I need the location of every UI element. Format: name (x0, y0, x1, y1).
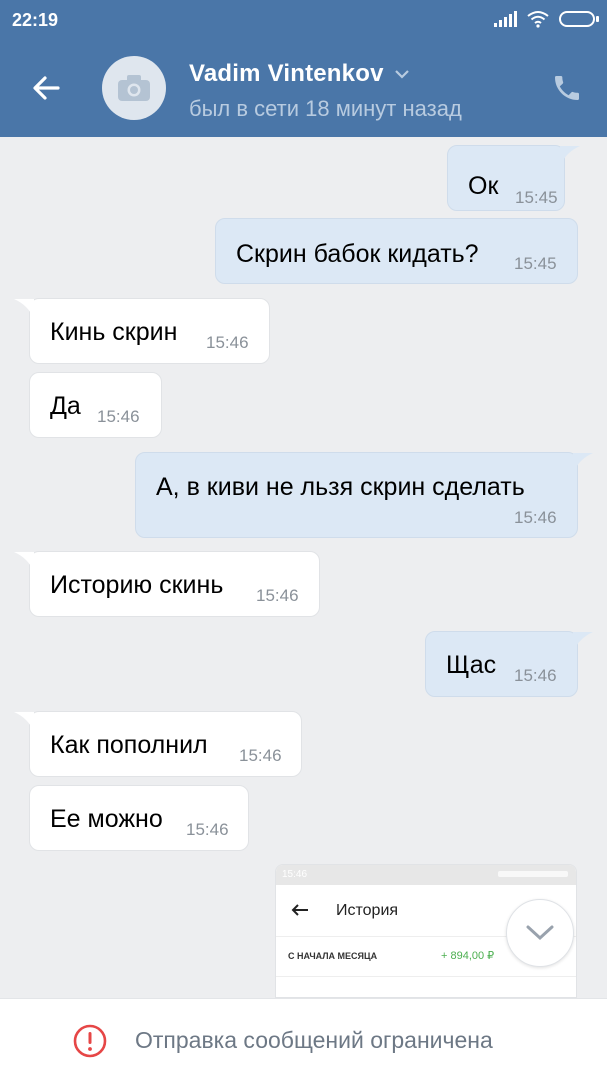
message-bubble[interactable]: Историю скинь 15:46 (14, 551, 320, 617)
bubble-tail (14, 552, 34, 572)
message-text: А, в киви не льзя скрин сделать (156, 473, 525, 501)
last-seen-status: был в сети 18 минут назад (189, 96, 462, 121)
message-time: 15:46 (514, 666, 557, 685)
status-bar: 22:19 (0, 0, 607, 40)
message-bubble[interactable]: Как пополнил 15:46 (14, 711, 302, 777)
attachment-title: История (336, 902, 399, 919)
attachment-row-label: С НАЧАЛА МЕСЯЦА (288, 951, 378, 961)
camera-icon (118, 75, 150, 101)
message-time: 15:46 (239, 746, 282, 765)
attachment-status-bar: 15:46 (276, 865, 576, 885)
composer-restricted-banner: Отправка сообщений ограничена (0, 998, 607, 1080)
back-arrow-icon (291, 904, 308, 916)
chevron-down-icon (394, 70, 409, 79)
message-bubble[interactable]: Щас 15:46 (425, 631, 593, 697)
message-text: Как пополнил (50, 731, 208, 759)
status-time: 22:19 (12, 10, 59, 30)
message-time: 15:46 (206, 333, 249, 352)
attachment-row-amount: + 894,00 ₽ (441, 950, 495, 962)
message-bubble[interactable]: Кинь скрин 15:46 (14, 298, 270, 364)
message-bubble[interactable]: Ок 15:45 (447, 145, 580, 211)
message-text: Историю скинь (50, 571, 224, 599)
battery-icon (559, 11, 599, 27)
restriction-text: Отправка сообщений ограничена (135, 1027, 493, 1053)
bubble-tail (573, 632, 593, 652)
scroll-down-button[interactable] (506, 899, 574, 967)
signal-icon (494, 11, 517, 27)
message-text: Кинь скрин (50, 318, 178, 346)
attachment-status-time: 15:46 (282, 869, 308, 880)
message-text: Ее можно (50, 805, 163, 833)
phone-icon[interactable] (551, 72, 583, 104)
status-icons (494, 10, 599, 28)
chat-title[interactable]: Vadim Vintenkov (189, 60, 410, 88)
message-text: Да (50, 392, 81, 420)
message-text: Щас (446, 651, 497, 679)
bubble-tail (14, 712, 34, 732)
warning-icon (73, 1024, 107, 1058)
attachment-status-icons (498, 871, 568, 877)
message-text: Ок (468, 172, 499, 200)
bubble-tail (14, 299, 34, 319)
message-bubble[interactable]: А, в киви не льзя скрин сделать 15:46 (135, 452, 593, 538)
message-time: 15:46 (514, 508, 557, 527)
chevron-down-icon (526, 925, 554, 941)
avatar[interactable] (102, 56, 166, 120)
wifi-icon (527, 11, 549, 28)
message-time: 15:46 (186, 820, 229, 839)
bubble-tail (560, 146, 580, 166)
message-list[interactable]: Ок 15:45 Скрин бабок кидать? 15:45 Кинь … (0, 137, 607, 998)
chat-header: Vadim Vintenkov был в сети 18 минут наза… (0, 40, 607, 137)
message-time: 15:46 (97, 407, 140, 426)
message-time: 15:45 (515, 188, 558, 207)
message-text: Скрин бабок кидать? (236, 240, 479, 268)
message-time: 15:45 (514, 254, 557, 273)
back-arrow-icon[interactable] (28, 72, 68, 104)
message-time: 15:46 (256, 586, 299, 605)
contact-name: Vadim Vintenkov (189, 60, 384, 87)
message-bubble[interactable]: Ее можно 15:46 (29, 785, 249, 851)
bubble-tail (573, 453, 593, 473)
message-bubble[interactable]: Скрин бабок кидать? 15:45 (215, 218, 578, 284)
message-bubble[interactable]: Да 15:46 (29, 372, 162, 438)
